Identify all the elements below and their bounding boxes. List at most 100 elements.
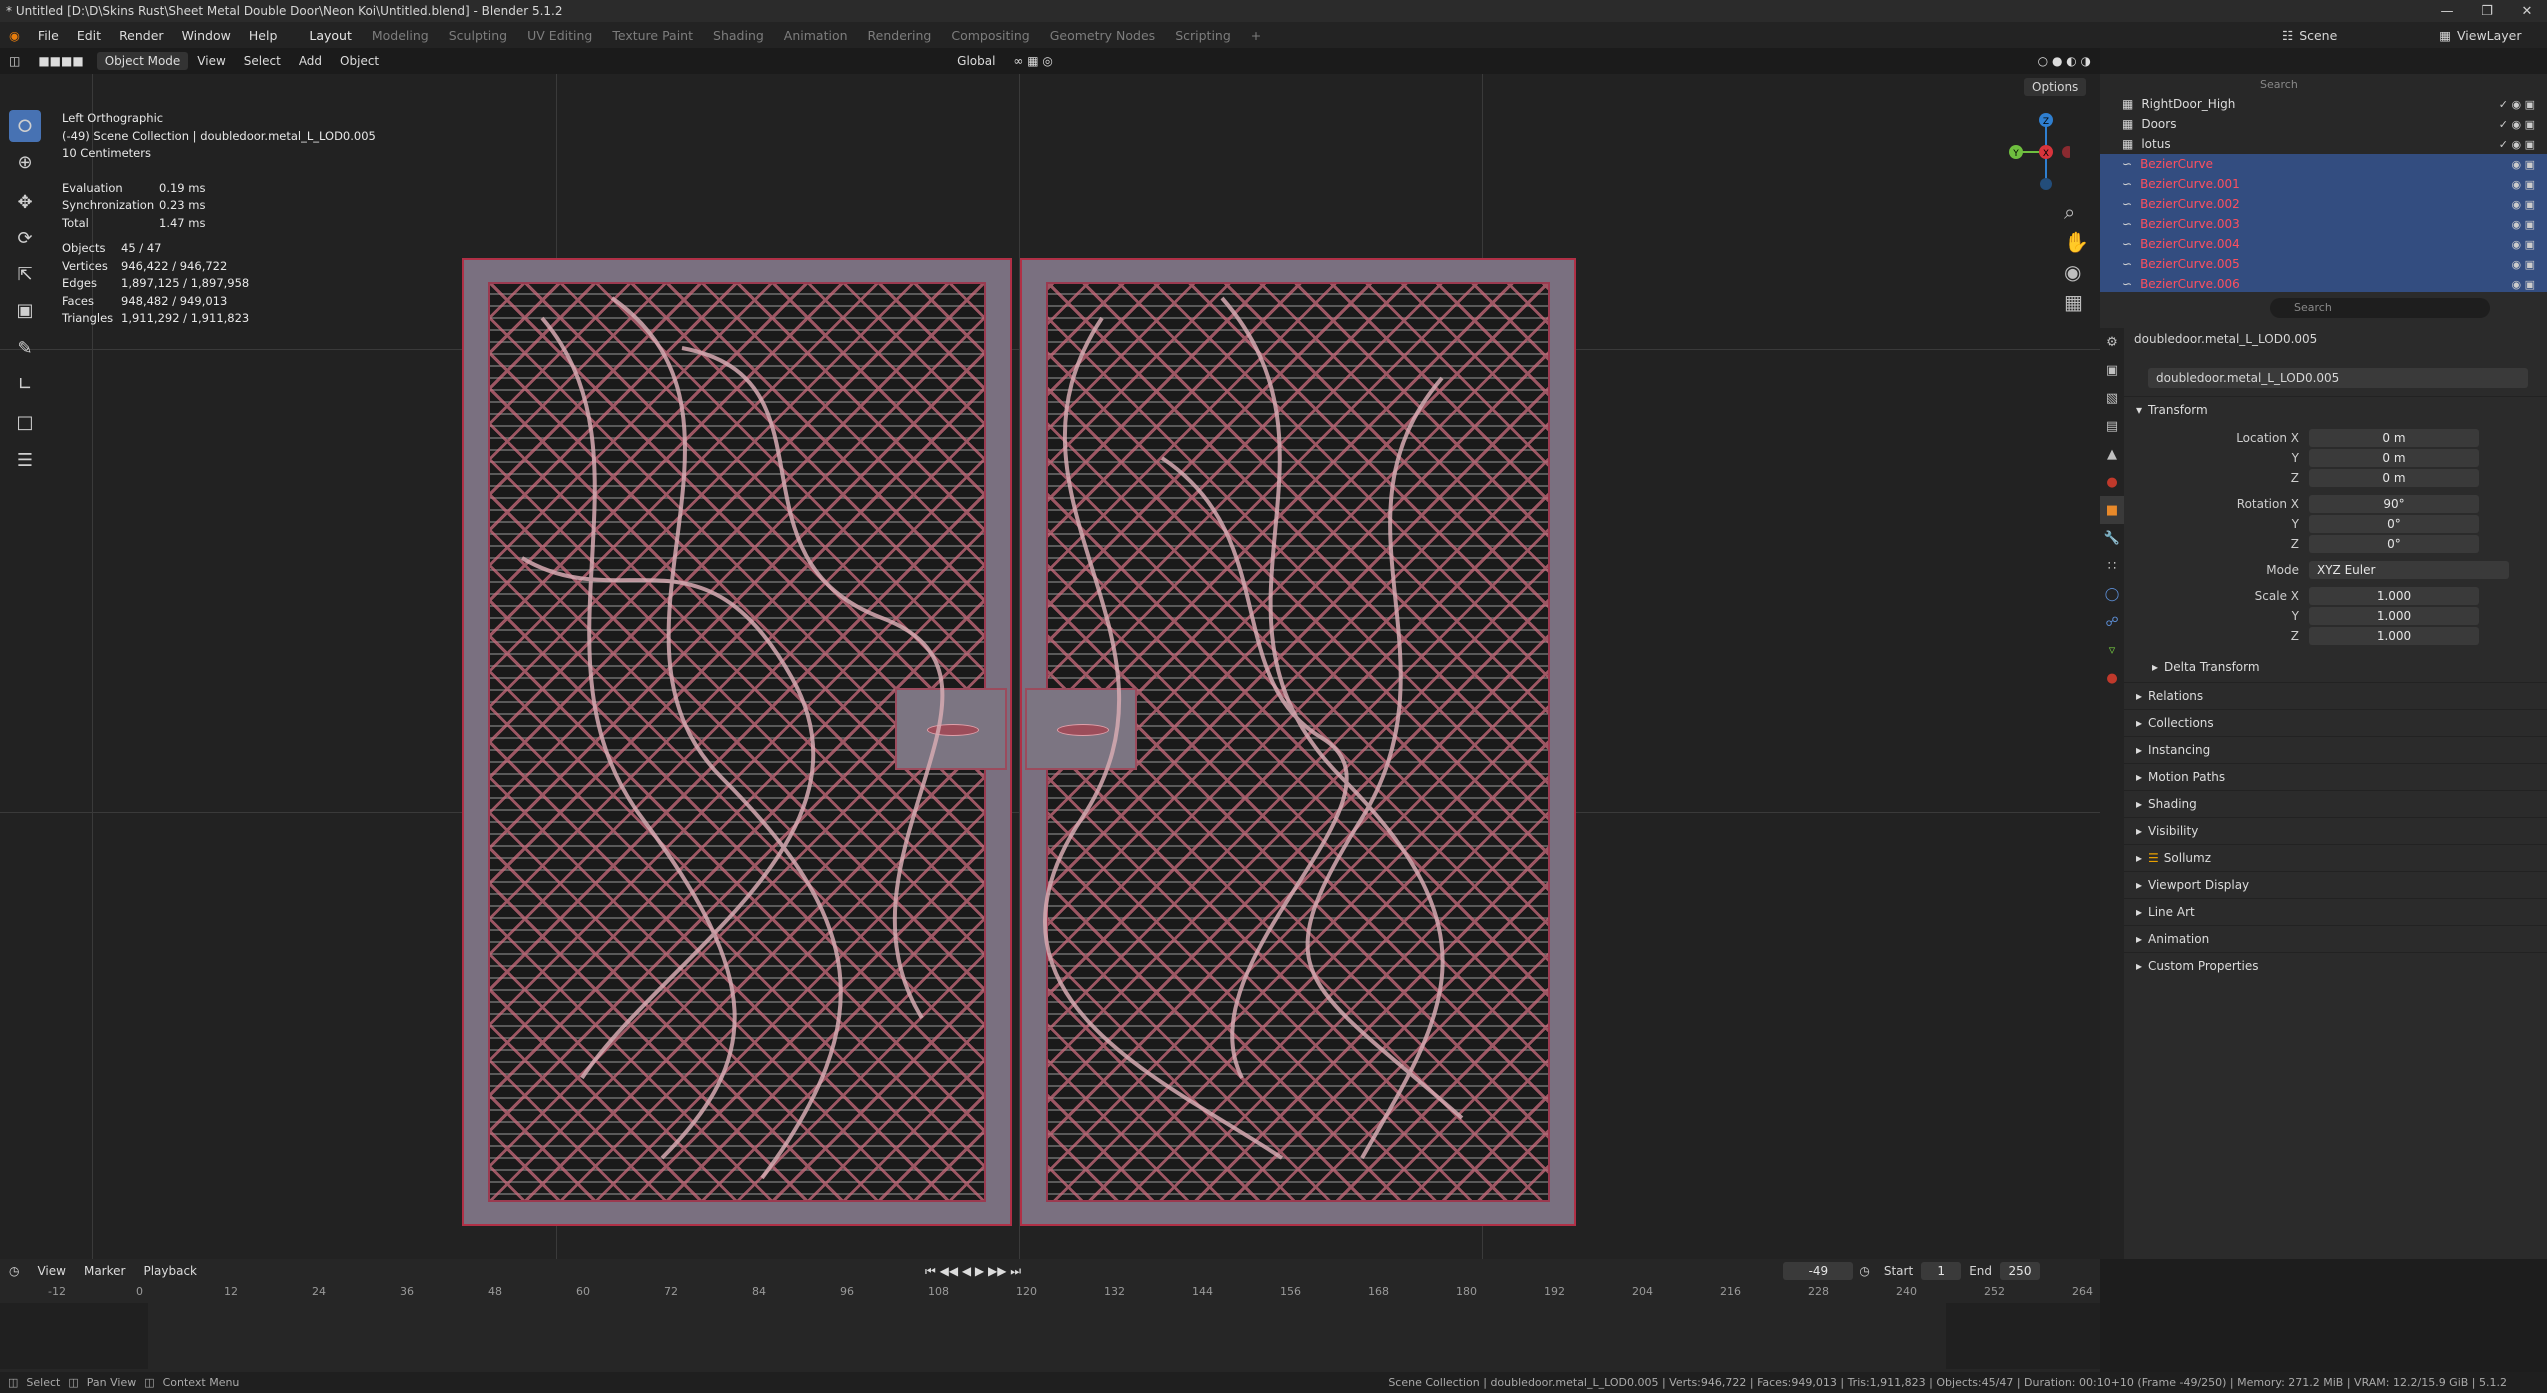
scale-x-field[interactable]: 1.000	[2309, 587, 2479, 605]
scale-y-field[interactable]: 1.000	[2309, 607, 2479, 625]
panel-motion-paths[interactable]: ▸ Motion Paths	[2124, 763, 2547, 789]
panel-sollumz[interactable]: ▸ ☰ Sollumz	[2124, 844, 2547, 870]
playback-controls-icons[interactable]: ⏮ ◀◀ ◀ ▶ ▶▶ ⏭	[916, 1264, 1030, 1279]
close-icon[interactable]: ✕	[2507, 4, 2547, 19]
scene-selector[interactable]: Scene	[2299, 28, 2439, 43]
constraints-tab-icon[interactable]: ☍	[2100, 608, 2124, 636]
outliner-row[interactable]: ∽ BezierCurve.005 ◉ ▣	[2100, 254, 2547, 274]
tab-sculpting[interactable]: Sculpting	[440, 25, 516, 46]
transform-tool[interactable]: ▣	[9, 294, 41, 326]
pan-hand-icon[interactable]: ✋	[2064, 230, 2089, 254]
properties-search-input[interactable]: Search	[2270, 298, 2490, 318]
panel-collections[interactable]: ▸ Collections	[2124, 709, 2547, 735]
output-tab-icon[interactable]: ▧	[2100, 384, 2124, 412]
tab-uv-editing[interactable]: UV Editing	[518, 25, 601, 46]
location-z-field[interactable]: 0 m	[2309, 469, 2479, 487]
menu-view[interactable]: View	[188, 54, 234, 68]
outliner[interactable]: Search ▦ RightDoor_High ✓ ◉ ▣ ▦ Doors ✓ ◉ ▣ …	[2100, 74, 2547, 294]
minimize-icon[interactable]: —	[2427, 4, 2467, 19]
rotate-tool[interactable]: ⟳	[9, 222, 41, 254]
location-x-field[interactable]: 0 m	[2309, 429, 2479, 447]
rotation-mode-dropdown[interactable]: XYZ Euler	[2309, 561, 2509, 579]
outliner-row[interactable]: ∽ BezierCurve.002 ◉ ▣	[2100, 194, 2547, 214]
outliner-row[interactable]: ▦ Doors ✓ ◉ ▣	[2100, 114, 2547, 134]
modifier-tab-icon[interactable]: 🔧	[2100, 524, 2124, 552]
world-tab-icon[interactable]: ●	[2100, 468, 2124, 496]
outliner-row[interactable]: ▦ RightDoor_High ✓ ◉ ▣	[2100, 94, 2547, 114]
add-workspace-icon[interactable]: +	[1242, 25, 1270, 46]
view-layer-tab-icon[interactable]: ▤	[2100, 412, 2124, 440]
rotation-z-field[interactable]: 0°	[2309, 535, 2479, 553]
location-y-field[interactable]: 0 m	[2309, 449, 2479, 467]
eye-icon[interactable]: ◉ ▣	[2512, 278, 2536, 291]
3d-viewport[interactable]: ⭘ ⊕ ✥ ⟳ ⇱ ▣ ✎ ∟ □ ☰ Left Orthographic (-…	[0, 74, 2100, 1259]
menu-edit[interactable]: Edit	[68, 28, 110, 43]
start-frame-field[interactable]: 1	[1921, 1262, 1962, 1280]
timeline-menu-marker[interactable]: Marker	[75, 1264, 134, 1278]
blender-logo-icon[interactable]: ◉	[0, 28, 29, 43]
eye-icon[interactable]: ✓ ◉ ▣	[2499, 98, 2535, 111]
panel-line-art[interactable]: ▸ Line Art	[2124, 898, 2547, 924]
timeline-menu-view[interactable]: View	[28, 1264, 74, 1278]
timeline-menu-playback[interactable]: Playback	[134, 1264, 206, 1278]
current-frame-field[interactable]: -49	[1783, 1262, 1854, 1280]
viewlayer-selector[interactable]: ViewLayer	[2457, 28, 2547, 43]
move-tool[interactable]: ✥	[9, 186, 41, 218]
outliner-search-input[interactable]: Search	[2100, 74, 2547, 94]
timeline-ruler[interactable]: -12 0 12 24 36 48 60 72 84 96 108 120 132 144 156 168 18…	[0, 1283, 2100, 1301]
menu-add[interactable]: Add	[290, 54, 331, 68]
panel-viewport-display[interactable]: ▸ Viewport Display	[2124, 871, 2547, 897]
tab-compositing[interactable]: Compositing	[942, 25, 1038, 46]
tab-texture-paint[interactable]: Texture Paint	[603, 25, 702, 46]
menu-select[interactable]: Select	[235, 54, 290, 68]
tab-shading[interactable]: Shading	[704, 25, 773, 46]
panel-animation[interactable]: ▸ Animation	[2124, 925, 2547, 951]
annotate-tool[interactable]: ✎	[9, 332, 41, 364]
maximize-icon[interactable]: ❐	[2467, 4, 2507, 19]
rotation-y-field[interactable]: 0°	[2309, 515, 2479, 533]
object-tab-icon[interactable]: ■	[2100, 496, 2124, 524]
panel-delta-transform[interactable]: ▸ Delta Transform	[2124, 654, 2547, 680]
outliner-row[interactable]: ∽ BezierCurve.006 ◉ ▣	[2100, 274, 2547, 294]
ortho-grid-icon[interactable]: ▦	[2064, 290, 2083, 314]
tab-animation[interactable]: Animation	[775, 25, 857, 46]
panel-custom-properties[interactable]: ▸ Custom Properties	[2124, 952, 2547, 978]
shading-modes-icons[interactable]: ○ ● ◐ ◑	[2029, 54, 2100, 68]
render-tab-icon[interactable]: ▣	[2100, 356, 2124, 384]
outliner-row[interactable]: ∽ BezierCurve ◉ ▣	[2100, 154, 2547, 174]
rotation-x-field[interactable]: 90°	[2309, 495, 2479, 513]
eye-icon[interactable]: ◉ ▣	[2512, 238, 2536, 251]
scene-tab-icon[interactable]: ▲	[2100, 440, 2124, 468]
menu-help[interactable]: Help	[240, 28, 287, 43]
outliner-row[interactable]: ▦ lotus ✓ ◉ ▣	[2100, 134, 2547, 154]
camera-icon[interactable]: ◉	[2064, 260, 2081, 284]
panel-shading[interactable]: ▸ Shading	[2124, 790, 2547, 816]
scale-tool[interactable]: ⇱	[9, 258, 41, 290]
tool-tab-icon[interactable]: ⚙	[2100, 328, 2124, 356]
select-box-tool[interactable]: ⭘	[9, 110, 41, 142]
menu-file[interactable]: File	[29, 28, 68, 43]
eye-icon[interactable]: ◉ ▣	[2512, 218, 2536, 231]
eye-icon[interactable]: ◉ ▣	[2512, 258, 2536, 271]
panel-instancing[interactable]: ▸ Instancing	[2124, 736, 2547, 762]
zoom-icon[interactable]: ⌕	[2064, 200, 2075, 224]
menu-window[interactable]: Window	[173, 28, 240, 43]
eye-icon[interactable]: ◉ ▣	[2512, 158, 2536, 171]
physics-tab-icon[interactable]: ◯	[2100, 580, 2124, 608]
eye-icon[interactable]: ✓ ◉ ▣	[2499, 138, 2535, 151]
navigation-gizmo[interactable]: Z X Y	[2000, 110, 2070, 200]
tab-scripting[interactable]: Scripting	[1166, 25, 1240, 46]
scale-z-field[interactable]: 1.000	[2309, 627, 2479, 645]
snapping-icon[interactable]: ∞ ▦ ◎	[1004, 54, 1061, 68]
material-tab-icon[interactable]: ●	[2100, 664, 2124, 692]
data-tab-icon[interactable]: ▿	[2100, 636, 2124, 664]
timeline[interactable]: ◷ View Marker Playback ⏮ ◀◀ ◀ ▶ ▶▶ ⏭ -49…	[0, 1259, 2100, 1372]
timeline-track[interactable]	[0, 1303, 2100, 1369]
end-frame-field[interactable]: 250	[2000, 1262, 2040, 1280]
panel-transform[interactable]: ▾ Transform	[2124, 396, 2547, 422]
particles-tab-icon[interactable]: ∷	[2100, 552, 2124, 580]
add-cube-tool[interactable]: □	[9, 406, 41, 438]
outliner-row[interactable]: ∽ BezierCurve.003 ◉ ▣	[2100, 214, 2547, 234]
transform-orientation-dropdown[interactable]: Global	[948, 54, 1004, 68]
cursor-tool[interactable]: ⊕	[9, 146, 41, 178]
